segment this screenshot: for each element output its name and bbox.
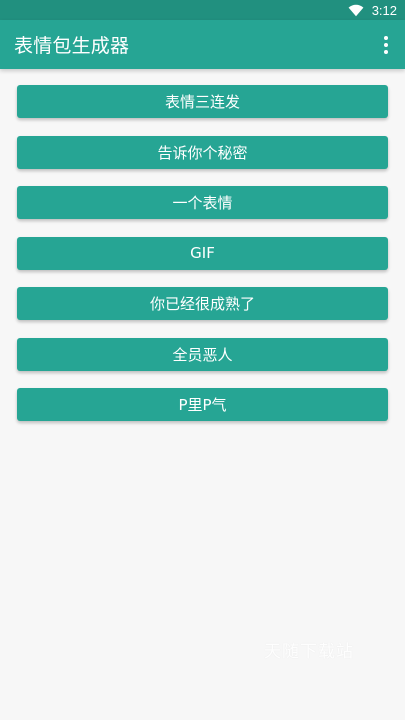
app-screen: 3:12 表情包生成器 表情三连发 告诉你个秘密 一个表情 GIF 你已经很成熟… bbox=[0, 0, 405, 720]
button-mature[interactable]: 你已经很成熟了 bbox=[17, 287, 388, 320]
menu-dot-bottom bbox=[384, 49, 388, 54]
button-p-style[interactable]: P里P气 bbox=[17, 388, 388, 421]
button-single-emoji[interactable]: 一个表情 bbox=[17, 186, 388, 219]
app-title: 表情包生成器 bbox=[14, 35, 130, 57]
watermark-text: 天随下载站 bbox=[264, 642, 354, 662]
app-bar: 表情包生成器 bbox=[0, 20, 405, 69]
template-button-list: 表情三连发 告诉你个秘密 一个表情 GIF 你已经很成熟了 全员恶人 P里P气 bbox=[0, 69, 405, 421]
wifi-icon bbox=[348, 4, 364, 17]
status-time: 3:12 bbox=[371, 2, 397, 18]
menu-dot-top bbox=[384, 35, 388, 40]
button-tell-secret[interactable]: 告诉你个秘密 bbox=[17, 135, 388, 169]
button-gif[interactable]: GIF bbox=[17, 236, 388, 270]
menu-dot-middle bbox=[384, 42, 388, 47]
more-vertical-icon[interactable] bbox=[377, 31, 395, 59]
button-all-villains[interactable]: 全员恶人 bbox=[17, 337, 388, 371]
button-emoji-triple[interactable]: 表情三连发 bbox=[17, 85, 388, 118]
status-bar: 3:12 bbox=[0, 0, 405, 20]
